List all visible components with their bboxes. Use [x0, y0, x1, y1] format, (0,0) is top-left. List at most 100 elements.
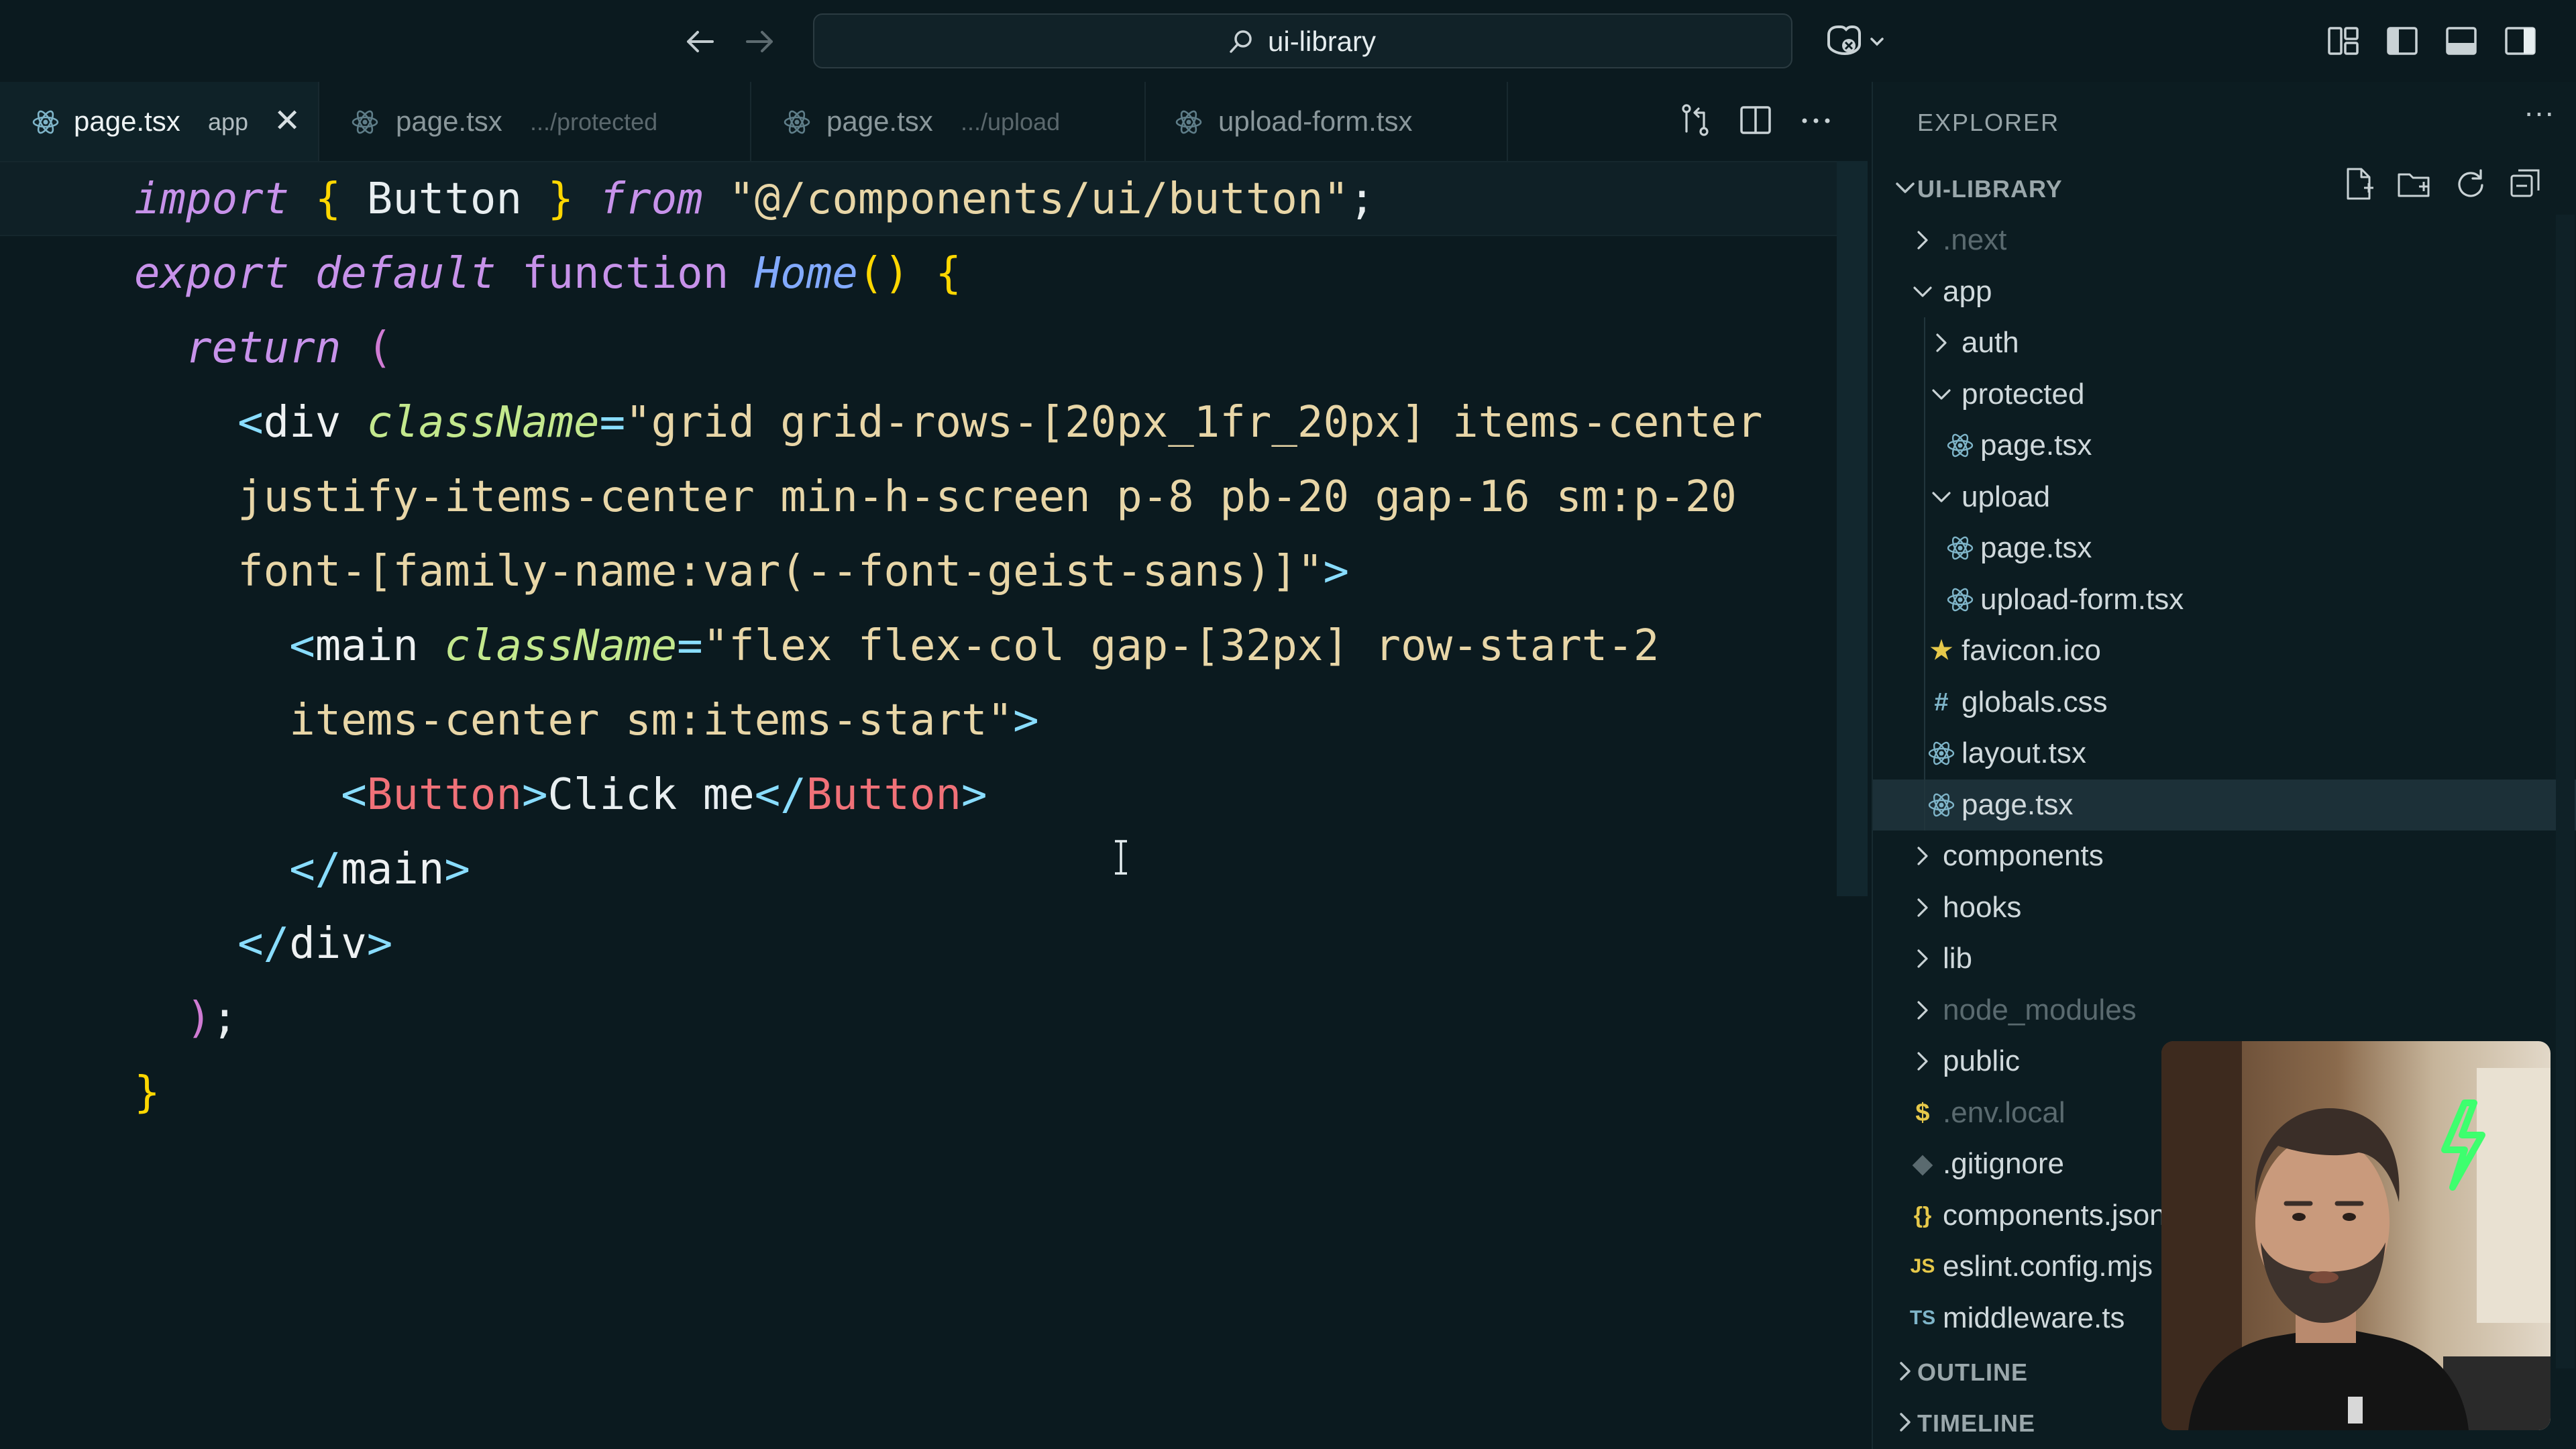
code-token: (	[366, 323, 393, 373]
tree-item-label: upload	[1962, 480, 2051, 513]
command-center-search[interactable]: ui-library	[813, 13, 1792, 68]
tab-page-tsx-upload[interactable]: page.tsx .../upload	[751, 82, 1146, 161]
tree-folder-node-modules[interactable]: node_modules	[1873, 985, 2576, 1036]
new-file-icon[interactable]	[2340, 165, 2377, 203]
code-line: font-[family-name:var(--font-geist-sans)…	[134, 534, 1349, 608]
customize-layout-icon[interactable]	[2324, 21, 2363, 60]
tab-page-tsx-app[interactable]: page.tsx app ✕	[0, 82, 319, 161]
js-file-icon: JS	[1910, 1255, 1935, 1277]
code-line: return (	[134, 311, 392, 385]
chevron-right-icon	[1917, 949, 1928, 968]
react-file-icon	[784, 110, 810, 134]
tree-file-page-tsx[interactable]: page.tsx	[1873, 523, 2576, 574]
tree-item-label: auth	[1962, 326, 2019, 359]
toggle-primary-sidebar-icon[interactable]	[2383, 21, 2422, 60]
code-token: ;	[211, 994, 238, 1043]
toggle-panel-icon[interactable]	[2442, 21, 2481, 60]
tree-folder-auth[interactable]: auth	[1873, 317, 2576, 368]
code-token: =	[677, 621, 703, 671]
tree-file-layout-tsx[interactable]: layout.tsx	[1873, 728, 2576, 779]
code-line: <div className="grid grid-rows-[20px_1fr…	[134, 385, 1762, 460]
code-token: >	[1323, 547, 1349, 596]
tab-path-hint: .../protected	[530, 108, 658, 136]
tree-item-label: page.tsx	[1962, 788, 2074, 821]
chevron-down-icon	[1896, 182, 1915, 193]
editor-scrollbar[interactable]	[1837, 161, 1868, 896]
tree-file-upload-form-tsx[interactable]: upload-form.tsx	[1873, 574, 2576, 625]
code-token: className	[366, 398, 600, 447]
collapse-all-icon[interactable]	[2506, 165, 2544, 203]
chevron-right-icon	[1917, 847, 1928, 865]
tree-folder-protected[interactable]: protected	[1873, 369, 2576, 420]
chevron-right-icon	[1936, 333, 1947, 352]
tab-path-hint: app	[208, 108, 249, 136]
code-line: import { Button } from "@/components/ui/…	[134, 162, 1375, 236]
code-token: </	[754, 770, 806, 820]
refresh-icon[interactable]	[2451, 165, 2489, 203]
copilot-icon[interactable]	[1822, 20, 1889, 63]
code-token: <	[237, 398, 264, 447]
tree-item-label: protected	[1962, 377, 2085, 411]
back-arrow-icon[interactable]	[679, 20, 722, 63]
forward-arrow-icon[interactable]	[738, 20, 781, 63]
tree-file-globals-css[interactable]: # globals.css	[1873, 677, 2576, 728]
tree-file-favicon-ico[interactable]: ★ favicon.ico	[1873, 625, 2576, 676]
code-token: )	[186, 994, 212, 1043]
tree-folder-next[interactable]: .next	[1873, 215, 2576, 266]
tree-folder-components[interactable]: components	[1873, 830, 2576, 881]
tab-label: page.tsx	[396, 105, 502, 137]
code-token: Button	[366, 770, 522, 820]
react-file-icon	[1945, 420, 1975, 460]
sidebar-scrollbar[interactable]	[2556, 215, 2575, 1368]
tree-item-label: favicon.ico	[1962, 634, 2101, 667]
tree-folder-hooks[interactable]: hooks	[1873, 882, 2576, 933]
code-token: items-center sm:items-start"	[289, 696, 1014, 745]
explorer-more-icon[interactable]: ···	[2524, 94, 2555, 130]
close-icon[interactable]: ✕	[274, 82, 301, 161]
code-token: className	[444, 621, 678, 671]
tree-item-label: layout.tsx	[1962, 737, 2086, 769]
chevron-right-icon	[1917, 231, 1928, 250]
chevron-right-icon	[1917, 1000, 1928, 1020]
tree-item-label: app	[1943, 274, 1992, 308]
react-file-icon	[352, 110, 378, 134]
timeline-label: TIMELINE	[1917, 1409, 2035, 1437]
tree-folder-app[interactable]: app	[1873, 266, 2576, 317]
more-actions-icon[interactable]	[1796, 101, 1835, 140]
code-token: default	[315, 249, 496, 299]
env-file-icon: $	[1915, 1098, 1930, 1127]
tree-folder-lib[interactable]: lib	[1873, 933, 2576, 984]
tree-file-page-tsx[interactable]: page.tsx	[1873, 420, 2576, 471]
tree-item-label: components	[1943, 839, 2104, 872]
tree-item-label: page.tsx	[1980, 531, 2092, 564]
tab-page-tsx-protected[interactable]: page.tsx .../protected	[319, 82, 751, 161]
code-token: from	[599, 174, 703, 224]
tree-folder-upload[interactable]: upload	[1873, 472, 2576, 523]
split-editor-icon[interactable]	[1736, 101, 1775, 140]
code-line: );	[134, 981, 237, 1055]
chevron-right-icon	[1917, 898, 1928, 917]
tree-file-page-tsx[interactable]: page.tsx	[1873, 779, 2576, 830]
code-line: <main className="flex flex-col gap-[32px…	[134, 608, 1659, 683]
code-token: }	[547, 174, 574, 224]
code-token: font-[family-name:var(--font-geist-sans)…	[237, 547, 1324, 596]
open-changes-icon[interactable]	[1676, 101, 1715, 140]
new-folder-icon[interactable]	[2395, 165, 2432, 203]
code-editor[interactable]: import { Button } from "@/components/ui/…	[0, 161, 1872, 1449]
tree-item-label: eslint.config.mjs	[1943, 1250, 2153, 1283]
tab-upload-form-tsx[interactable]: upload-form.tsx	[1146, 82, 1508, 161]
title-bar: ui-library	[0, 0, 2576, 82]
code-token: main	[315, 621, 419, 671]
code-token: ()	[857, 249, 910, 299]
code-token: }	[134, 1068, 160, 1118]
toggle-secondary-sidebar-icon[interactable]	[2501, 21, 2540, 60]
css-file-icon: #	[1934, 688, 1949, 716]
